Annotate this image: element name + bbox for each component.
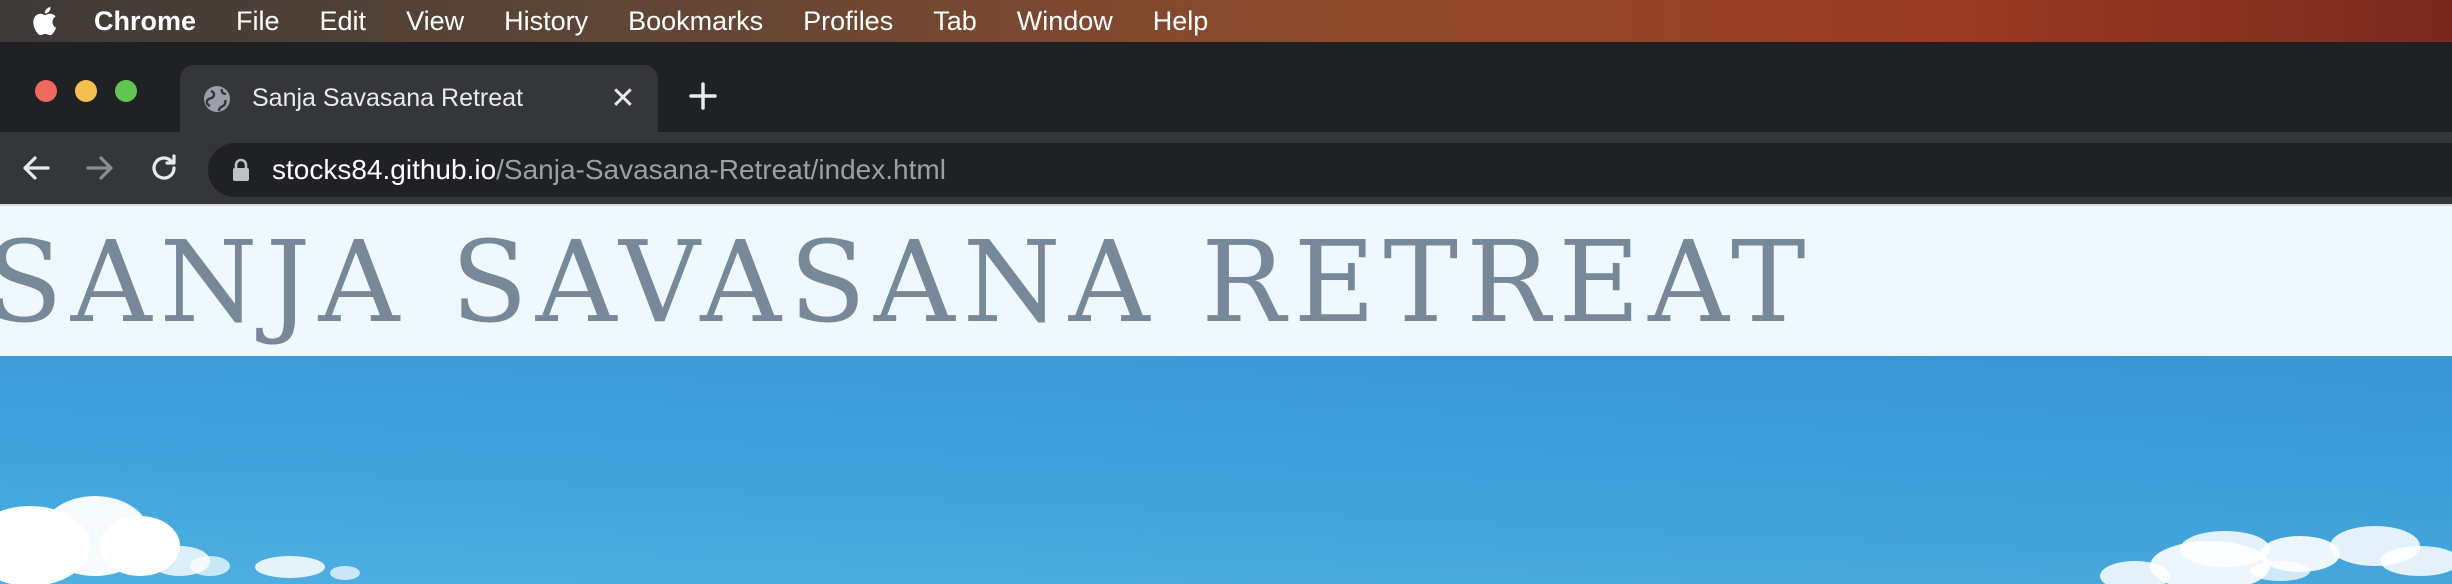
menu-profiles[interactable]: Profiles [803, 6, 893, 37]
browser-tab-active[interactable]: Sanja Savasana Retreat ✕ [180, 65, 658, 132]
menu-window[interactable]: Window [1017, 6, 1113, 37]
menu-help[interactable]: Help [1153, 6, 1209, 37]
reload-icon[interactable] [146, 150, 182, 186]
macos-menu-bar: Chrome File Edit View History Bookmarks … [0, 0, 2452, 42]
tab-close-icon[interactable]: ✕ [608, 83, 638, 114]
window-close-button[interactable] [35, 80, 57, 102]
back-arrow-icon[interactable] [18, 150, 54, 186]
menu-tab[interactable]: Tab [933, 6, 977, 37]
url-host: stocks84.github.io [272, 154, 497, 185]
lock-icon[interactable] [232, 157, 252, 183]
globe-icon [202, 84, 232, 114]
web-page-viewport: SANJA SAVASANA RETREAT [0, 204, 2452, 584]
window-zoom-button[interactable] [115, 80, 137, 102]
menu-app-chrome[interactable]: Chrome [94, 6, 196, 37]
tab-title: Sanja Savasana Retreat [252, 84, 524, 112]
new-tab-plus-icon[interactable] [685, 78, 721, 114]
menu-file[interactable]: File [236, 6, 280, 37]
menu-bookmarks[interactable]: Bookmarks [628, 6, 763, 37]
url-path: /Sanja-Savasana-Retreat/index.html [496, 154, 946, 185]
address-bar[interactable]: stocks84.github.io/Sanja-Savasana-Retrea… [208, 143, 2452, 197]
url-text[interactable]: stocks84.github.io/Sanja-Savasana-Retrea… [272, 154, 946, 186]
menu-view[interactable]: View [406, 6, 464, 37]
menu-edit[interactable]: Edit [320, 6, 367, 37]
hero-sky-image [0, 356, 2452, 584]
apple-logo-icon[interactable] [30, 5, 60, 37]
site-header: SANJA SAVASANA RETREAT [0, 204, 2452, 356]
site-title[interactable]: SANJA SAVASANA RETREAT [0, 218, 1814, 348]
window-minimize-button[interactable] [75, 80, 97, 102]
forward-arrow-icon[interactable] [82, 150, 118, 186]
menu-history[interactable]: History [504, 6, 588, 37]
